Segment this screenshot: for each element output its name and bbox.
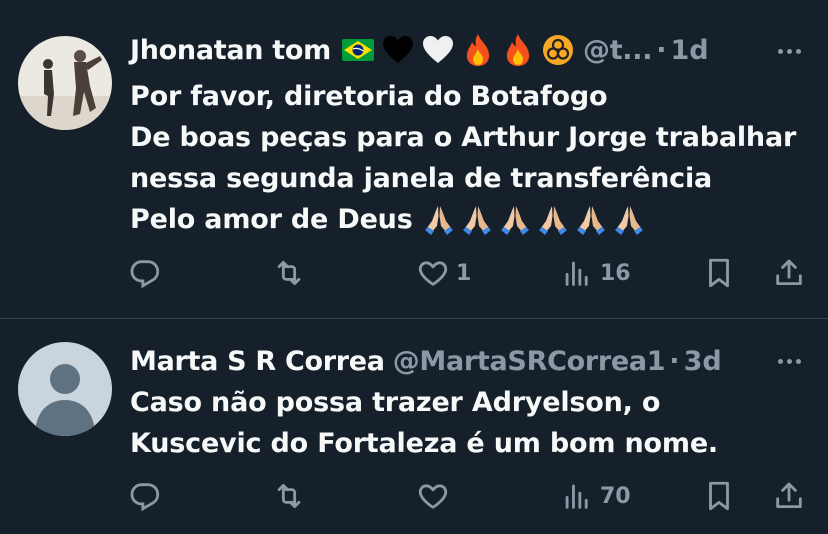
timestamp[interactable]: 1d <box>670 35 708 66</box>
more-dot-icon <box>786 48 792 54</box>
biohazard-icon <box>541 33 575 67</box>
share-button[interactable] <box>772 253 806 293</box>
white-heart-icon <box>421 33 455 67</box>
display-name[interactable]: Jhonatan tom <box>130 35 331 66</box>
separator-dot: · <box>669 345 680 377</box>
separator-dot: · <box>656 34 667 66</box>
bookmark-icon <box>709 481 729 511</box>
folded-hands-icon <box>576 205 605 235</box>
tweet-text-line: nessa segunda janela de transferência <box>130 163 713 194</box>
views-count: 16 <box>600 260 631 286</box>
more-dot-icon <box>795 48 801 54</box>
folded-hands-icon <box>538 205 567 235</box>
views-icon <box>565 484 588 509</box>
more-dot-icon <box>777 358 783 364</box>
heart-icon <box>418 261 448 286</box>
tweet-text-line: Kuscevic do Fortaleza é um bom nome. <box>130 428 718 459</box>
more-options-button[interactable] <box>772 36 806 66</box>
user-handle[interactable]: @t... <box>583 35 652 66</box>
name-emojis <box>341 33 575 67</box>
reply-icon <box>130 483 160 512</box>
folded-hands-icon <box>614 205 643 235</box>
repost-icon <box>277 483 301 509</box>
timestamp[interactable]: 3d <box>684 346 722 377</box>
reply-button[interactable] <box>128 476 168 516</box>
tweet-text-segment: Pelo amor de Deus <box>130 204 413 235</box>
tweet[interactable]: Marta S R Correa @MartaSRCorrea1 · 3d Ca… <box>0 319 828 534</box>
trailing-emojis <box>423 204 645 236</box>
views-button[interactable]: 16 <box>560 253 631 293</box>
repost-icon <box>277 260 301 286</box>
fire-icon <box>461 33 495 67</box>
tweet-text: Por favor, diretoria do Botafogo De boas… <box>130 76 796 240</box>
repost-button[interactable] <box>272 476 312 516</box>
reply-icon <box>130 260 160 289</box>
avatar[interactable] <box>18 36 112 130</box>
like-count: 1 <box>456 260 472 286</box>
folded-hands-icon <box>500 205 529 235</box>
folded-hands-icon <box>462 205 491 235</box>
tweet-text-line: Pelo amor de Deus <box>130 199 796 240</box>
tweet-header: Marta S R Correa @MartaSRCorrea1 · 3d <box>130 341 722 381</box>
tweet-text: Caso não possa trazer Adryelson, o Kusce… <box>130 382 718 464</box>
views-button[interactable]: 70 <box>560 476 631 516</box>
tweet-text-line: Por favor, diretoria do Botafogo <box>130 81 608 112</box>
brazil-flag-icon <box>341 33 375 67</box>
tweet[interactable]: Jhonatan tom @t... · 1d Por favor, diret… <box>0 0 828 319</box>
like-button[interactable] <box>416 476 456 516</box>
bookmark-button[interactable] <box>702 476 736 516</box>
tweet-text-line: Caso não possa trazer Adryelson, o <box>130 387 661 418</box>
action-bar: 70 <box>128 476 808 516</box>
tweet-text-line: De boas peças para o Arthur Jorge trabal… <box>130 122 797 153</box>
display-name[interactable]: Marta S R Correa <box>130 346 385 377</box>
bookmark-button[interactable] <box>702 253 736 293</box>
share-button[interactable] <box>772 476 806 516</box>
folded-hands-icon <box>424 205 453 235</box>
heart-icon <box>418 484 448 509</box>
more-dot-icon <box>777 48 783 54</box>
black-heart-icon <box>381 33 415 67</box>
user-handle[interactable]: @MartaSRCorrea1 <box>393 346 666 377</box>
share-icon <box>776 259 802 286</box>
more-dot-icon <box>795 358 801 364</box>
views-icon <box>565 261 588 286</box>
avatar[interactable] <box>18 342 112 436</box>
more-dot-icon <box>786 358 792 364</box>
views-count: 70 <box>600 483 631 509</box>
fire-icon <box>501 33 535 67</box>
share-icon <box>776 482 802 509</box>
action-bar: 1 16 <box>128 253 808 293</box>
like-button[interactable]: 1 <box>416 253 471 293</box>
more-options-button[interactable] <box>772 346 806 376</box>
bookmark-icon <box>709 258 729 288</box>
reply-button[interactable] <box>128 253 168 293</box>
repost-button[interactable] <box>272 253 312 293</box>
tweet-header: Jhonatan tom @t... · 1d <box>130 30 709 70</box>
